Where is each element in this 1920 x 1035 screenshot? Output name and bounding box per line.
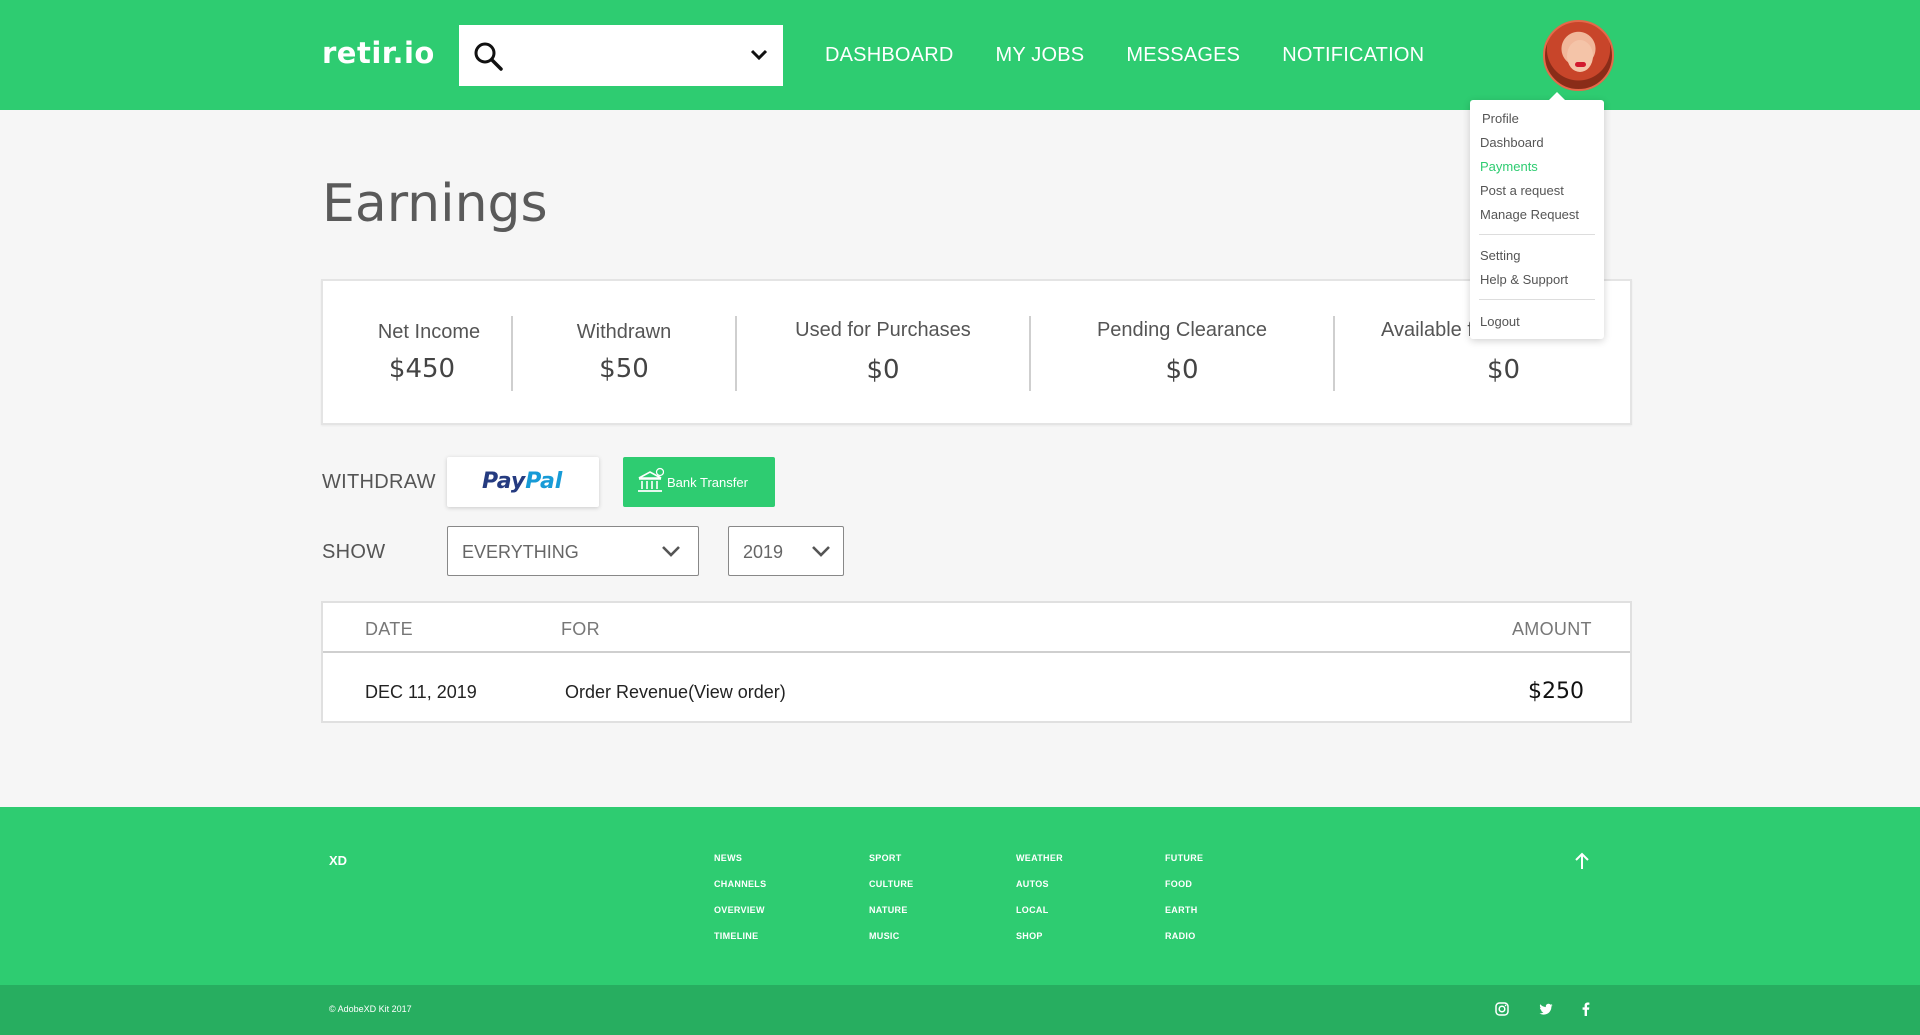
- bank-transfer-button[interactable]: Bank Transfer: [623, 457, 775, 507]
- menu-divider: [1479, 299, 1595, 300]
- nav-notification[interactable]: NOTIFICATION: [1282, 44, 1424, 67]
- footer: XD NEWS CHANNELS OVERVIEW TIMELINE SPORT…: [0, 807, 1920, 985]
- footer-link[interactable]: FOOD: [1165, 879, 1203, 905]
- footer-column: FUTURE FOOD EARTH RADIO: [1165, 853, 1203, 957]
- stat-value: $50: [599, 354, 649, 384]
- arrow-up-icon[interactable]: [1572, 851, 1592, 871]
- show-label: SHOW: [322, 541, 386, 563]
- logo[interactable]: retir.io: [322, 36, 435, 70]
- footer-column: WEATHER AUTOS LOCAL SHOP: [1016, 853, 1063, 957]
- search-input[interactable]: [515, 39, 715, 73]
- footer-link[interactable]: CULTURE: [869, 879, 913, 905]
- nav-dashboard[interactable]: DASHBOARD: [825, 44, 954, 67]
- stat-value: $450: [388, 354, 456, 384]
- menu-item-logout[interactable]: Logout: [1480, 314, 1520, 329]
- stat-withdrawn: Withdrawn $50: [513, 281, 735, 427]
- search-bar[interactable]: [459, 25, 783, 86]
- footer-link[interactable]: SHOP: [1016, 931, 1063, 957]
- menu-divider: [1479, 234, 1595, 235]
- stat-label: Withdrawn: [576, 321, 672, 343]
- table-header: DATE FOR AMOUNT: [323, 603, 1630, 653]
- year-select-value: 2019: [743, 542, 784, 562]
- footer-link[interactable]: LOCAL: [1016, 905, 1063, 931]
- chevron-down-icon: [812, 546, 830, 557]
- footer-link[interactable]: WEATHER: [1016, 853, 1063, 879]
- footer-link[interactable]: FUTURE: [1165, 853, 1203, 879]
- menu-item-profile[interactable]: Profile: [1482, 111, 1519, 126]
- footer-column: SPORT CULTURE NATURE MUSIC: [869, 853, 913, 957]
- main-nav: DASHBOARD MY JOBS MESSAGES NOTIFICATION: [825, 44, 1424, 67]
- stat-pending-clearance: Pending Clearance $0: [1031, 281, 1333, 427]
- paypal-button[interactable]: PayPal: [447, 457, 599, 507]
- footer-link[interactable]: EARTH: [1165, 905, 1203, 931]
- filter-select-value: EVERYTHING: [462, 542, 579, 562]
- chevron-down-icon: [662, 546, 680, 557]
- footer-link[interactable]: AUTOS: [1016, 879, 1063, 905]
- stat-label: Net Income: [377, 321, 481, 343]
- avatar-lips: [1575, 62, 1586, 67]
- earnings-table: DATE FOR AMOUNT DEC 11, 2019 Order Reven…: [321, 601, 1632, 723]
- menu-item-manage-request[interactable]: Manage Request: [1480, 207, 1579, 222]
- nav-messages[interactable]: MESSAGES: [1126, 44, 1240, 67]
- stat-used-for-purchases: Used for Purchases $0: [737, 281, 1029, 427]
- filter-select[interactable]: EVERYTHING: [447, 526, 699, 576]
- footer-link[interactable]: NEWS: [714, 853, 766, 879]
- row-for-link[interactable]: Order Revenue(View order): [565, 682, 786, 703]
- footer-link[interactable]: TIMELINE: [714, 931, 766, 957]
- column-header-amount: AMOUNT: [1512, 619, 1592, 639]
- top-navbar: retir.io DASHBOARD MY JOBS MESSAGES NOTI…: [0, 0, 1920, 110]
- withdraw-label: WITHDRAW: [322, 471, 436, 493]
- paypal-logo-pal: Pal: [525, 469, 563, 494]
- nav-my-jobs[interactable]: MY JOBS: [996, 44, 1085, 67]
- user-dropdown-menu: Profile Dashboard Payments Post a reques…: [1470, 92, 1604, 339]
- menu-item-help-support[interactable]: Help & Support: [1480, 272, 1568, 287]
- footer-link[interactable]: RADIO: [1165, 931, 1203, 957]
- footer-column: NEWS CHANNELS OVERVIEW TIMELINE: [714, 853, 766, 957]
- column-header-date: DATE: [365, 619, 413, 639]
- menu-item-dashboard[interactable]: Dashboard: [1480, 135, 1544, 150]
- footer-bottom-bar: © AdobeXD Kit 2017: [0, 985, 1920, 1035]
- footer-brand: XD: [329, 853, 348, 868]
- avatar[interactable]: [1543, 20, 1614, 91]
- instagram-icon[interactable]: [1494, 1001, 1510, 1017]
- chevron-down-icon[interactable]: [749, 47, 769, 63]
- search-icon[interactable]: [473, 41, 503, 71]
- footer-link[interactable]: SPORT: [869, 853, 913, 879]
- year-select[interactable]: 2019: [728, 526, 844, 576]
- stat-net-income: Net Income $450: [323, 281, 511, 427]
- footer-link[interactable]: MUSIC: [869, 931, 913, 957]
- footer-link[interactable]: CHANNELS: [714, 879, 766, 905]
- stat-value: $0: [1165, 355, 1199, 385]
- bank-icon: [638, 467, 664, 492]
- paypal-logo-pay: Pay: [482, 469, 526, 494]
- facebook-icon[interactable]: [1578, 1001, 1594, 1017]
- stat-label: Used for Purchases: [795, 319, 971, 341]
- page-title: Earnings: [322, 174, 548, 234]
- menu-item-post-request[interactable]: Post a request: [1480, 183, 1564, 198]
- bank-transfer-label: Bank Transfer: [667, 475, 748, 490]
- row-amount: $250: [1528, 679, 1584, 704]
- copyright: © AdobeXD Kit 2017: [329, 1004, 412, 1014]
- footer-link[interactable]: NATURE: [869, 905, 913, 931]
- menu-item-payments[interactable]: Payments: [1480, 159, 1538, 174]
- stat-value: $0: [866, 355, 900, 385]
- avatar-face: [1567, 40, 1593, 72]
- menu-item-setting[interactable]: Setting: [1480, 248, 1520, 263]
- footer-link[interactable]: OVERVIEW: [714, 905, 766, 931]
- paypal-logo: PayPal: [482, 469, 562, 494]
- twitter-icon[interactable]: [1538, 1001, 1554, 1017]
- stat-value: $0: [1486, 355, 1521, 385]
- row-date: DEC 11, 2019: [365, 682, 477, 702]
- earnings-summary-card: Net Income $450 Withdrawn $50 Used for P…: [321, 279, 1632, 425]
- column-header-for: FOR: [561, 619, 600, 639]
- stat-label: Pending Clearance: [1096, 319, 1268, 341]
